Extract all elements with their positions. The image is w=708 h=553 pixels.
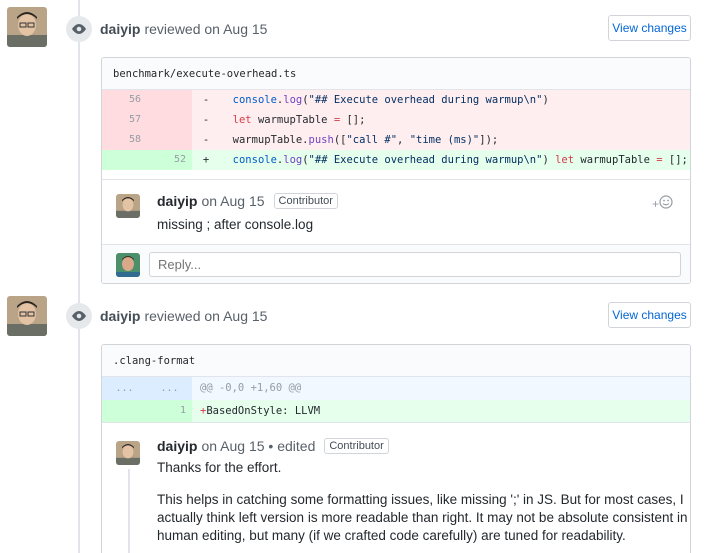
avatar[interactable]	[7, 296, 47, 336]
comment-author[interactable]: daiyip	[157, 193, 197, 209]
comment-body-line: human editing, but many (if we crafted c…	[157, 528, 626, 543]
avatar[interactable]	[7, 7, 47, 47]
comment-body-line: This helps in catching some formatting i…	[157, 492, 684, 507]
comment-date[interactable]: on Aug 15 • edited	[201, 438, 315, 454]
new-line-number	[147, 130, 192, 150]
avatar-current-user[interactable]	[116, 253, 140, 277]
old-line-number[interactable]: 58	[102, 130, 147, 150]
diff-sign: +	[202, 154, 210, 166]
plus-icon: +	[652, 196, 660, 211]
expand-up-icon[interactable]: ...	[102, 377, 147, 400]
timeline-line	[78, 0, 80, 553]
eye-icon	[66, 303, 92, 329]
review-header: daiyip reviewed on Aug 15	[66, 302, 267, 330]
contributor-badge: Contributor	[324, 438, 389, 454]
hunk-header-text: @@ -0,0 +1,60 @@	[200, 382, 302, 394]
diff-sign: -	[202, 94, 210, 106]
comment-author[interactable]: daiyip	[157, 438, 197, 454]
old-line-number[interactable]: 57	[102, 110, 147, 130]
diff-line: 56 - console.log("## Execute overhead du…	[102, 90, 690, 110]
file-path[interactable]: .clang-format	[102, 345, 690, 377]
add-reaction-button[interactable]: +	[652, 195, 673, 212]
reply-bar	[102, 244, 690, 283]
review-comment: daiyip on Aug 15 • edited Contributor Th…	[102, 422, 690, 553]
diff-hunk-header: ... ... @@ -0,0 +1,60 @@	[102, 377, 690, 400]
avatar[interactable]	[116, 441, 140, 465]
old-line-number	[102, 150, 147, 170]
view-changes-button[interactable]: View changes	[608, 302, 691, 328]
review-header: daiyip reviewed on Aug 15	[66, 15, 267, 43]
avatar[interactable]	[116, 194, 140, 218]
review-comment: daiyip on Aug 15 Contributor + missing ;…	[102, 179, 690, 253]
diff-code: warmupTable.push(["call #", "time (ms)"]…	[220, 134, 499, 146]
contributor-badge: Contributor	[273, 193, 338, 209]
view-changes-button[interactable]: View changes	[608, 15, 691, 41]
smiley-icon	[659, 195, 673, 212]
new-line-number[interactable]: 52	[147, 150, 192, 170]
comment-date[interactable]: on Aug 15	[201, 193, 264, 209]
diff-code: let warmupTable = [];	[232, 114, 366, 126]
diff-line: 57 - let warmupTable = [];	[102, 110, 690, 130]
old-line-number	[102, 400, 147, 422]
reply-input[interactable]	[149, 252, 681, 277]
comment-body-line: Thanks for the effort.	[157, 460, 282, 475]
comment-header: daiyip on Aug 15 Contributor	[157, 193, 338, 209]
review-action-text: reviewed on Aug 15	[144, 308, 268, 324]
diff-code: console.log("## Execute overhead during …	[232, 94, 549, 106]
review-file-box: .clang-format ... ... @@ -0,0 +1,60 @@ 1…	[101, 344, 691, 553]
eye-icon	[66, 16, 92, 42]
comment-body: missing ; after console.log	[157, 217, 314, 232]
diff-code: console.log("## Execute overhead during …	[232, 154, 688, 166]
file-path[interactable]: benchmark/execute-overhead.ts	[102, 58, 690, 90]
review-author[interactable]: daiyip	[100, 308, 140, 324]
old-line-number[interactable]: 56	[102, 90, 147, 110]
review-action-text: reviewed on Aug 15	[144, 21, 268, 37]
review-file-box: benchmark/execute-overhead.ts 56 - conso…	[101, 57, 691, 284]
review-author[interactable]: daiyip	[100, 21, 140, 37]
diff-line: 52 + console.log("## Execute overhead du…	[102, 150, 690, 170]
diff-code: +BasedOnStyle: LLVM	[200, 405, 321, 417]
comment-body-line: actually think left version is more read…	[157, 510, 688, 525]
diff-line: 1 +BasedOnStyle: LLVM	[102, 400, 690, 422]
thread-line	[128, 469, 130, 553]
expand-down-icon[interactable]: ...	[147, 377, 192, 400]
diff-line: 58 - warmupTable.push(["call #", "time (…	[102, 130, 690, 150]
comment-header: daiyip on Aug 15 • edited Contributor	[157, 438, 389, 454]
new-line-number	[147, 90, 192, 110]
new-line-number	[147, 110, 192, 130]
diff-sign: -	[202, 114, 210, 126]
diff-sign: -	[202, 134, 210, 146]
new-line-number[interactable]: 1	[147, 400, 192, 422]
